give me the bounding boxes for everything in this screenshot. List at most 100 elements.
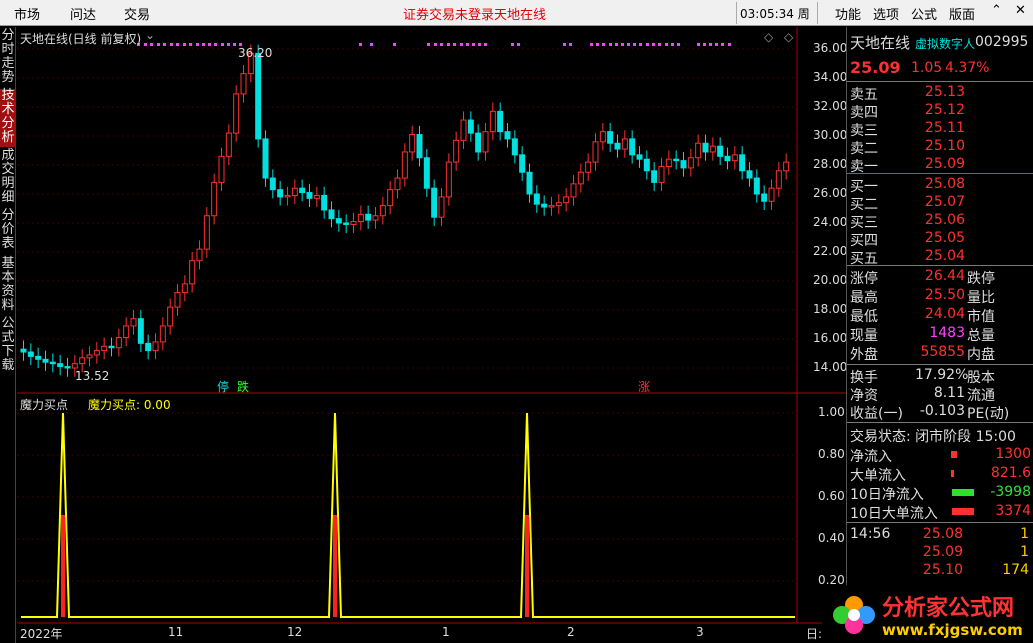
indicator-line: [21, 412, 795, 618]
marker-halt: 停: [217, 380, 230, 394]
candle-body: [680, 160, 687, 169]
kline-chart-area[interactable]: [17, 27, 846, 643]
signal-dot: [233, 43, 236, 46]
candle-body: [563, 196, 570, 204]
quote-label: 最高: [850, 290, 878, 306]
quote-label: 买五: [850, 251, 878, 267]
candle-body: [233, 93, 240, 134]
signal-dot: [615, 43, 618, 46]
signal-dot: [590, 43, 593, 46]
candle-body: [284, 194, 291, 198]
candle-body: [416, 134, 423, 159]
candle-body: [291, 187, 298, 196]
quote-label: 总量: [967, 328, 995, 344]
candle-body: [629, 138, 636, 156]
tab-price-table[interactable]: 分价表: [0, 209, 16, 255]
candle-body: [145, 342, 152, 352]
quote-value: 8.11: [933, 385, 965, 401]
tab-basic-info[interactable]: 基本资料: [0, 257, 16, 315]
signal-dot: [609, 43, 612, 46]
signal-dot: [466, 43, 469, 46]
signal-dot: [569, 43, 572, 46]
signal-dot: [621, 43, 624, 46]
candle-body: [695, 142, 702, 159]
tab-trade-detail[interactable]: 成交明细: [0, 149, 16, 207]
quote-label: 卖四: [850, 105, 878, 121]
candle-body: [108, 345, 115, 349]
signal-dot: [163, 43, 166, 46]
xaxis-label: 12: [287, 625, 303, 639]
candle-body: [577, 171, 584, 185]
menu-trade[interactable]: 交易: [124, 4, 150, 23]
login-notice[interactable]: 证券交易未登录: [403, 4, 494, 23]
candle-body: [27, 351, 34, 357]
indicator-bar: [525, 515, 529, 617]
xaxis-label: 1: [442, 625, 450, 639]
menu-market[interactable]: 市场: [14, 4, 40, 23]
watermark-logo: 分析家公式网 www.fxjgsw.com: [822, 585, 1033, 643]
candle-body: [225, 132, 232, 157]
candle-body: [709, 145, 716, 153]
signal-dot: [447, 43, 450, 46]
signal-dot: [511, 43, 514, 46]
tab-formula-download[interactable]: 公式下载: [0, 317, 16, 375]
signal-dot: [703, 43, 706, 46]
candle-body: [277, 189, 284, 198]
signal-dot: [202, 43, 205, 46]
candle-body: [262, 138, 269, 179]
indicator-tick-label: 0.60: [818, 489, 845, 503]
concept-tag[interactable]: 虚拟数字人: [915, 35, 975, 52]
candle-body: [445, 161, 452, 198]
quote-label: 卖三: [850, 123, 878, 139]
candle-body: [240, 73, 247, 95]
candle-body: [387, 189, 394, 207]
signal-dot: [427, 43, 430, 46]
quote-value: 25.09: [924, 156, 965, 172]
price-tick-label: 32.00: [813, 99, 848, 113]
menu-function[interactable]: 功能: [835, 4, 861, 23]
signal-dot: [472, 43, 475, 46]
flow-bar: [952, 489, 974, 496]
candle-body: [673, 158, 680, 162]
price-tick-label: 30.00: [813, 128, 848, 142]
stock-name: 天地在线: [850, 34, 911, 52]
candle-body: [64, 366, 71, 369]
side-tab-bar: 分时走势 技术分析 成交明细 分价表 基本资料 公式下载: [0, 27, 16, 643]
candle-body: [372, 215, 379, 221]
tick-price: 25.10: [922, 562, 963, 578]
menu-formula[interactable]: 公式: [911, 4, 937, 23]
stock-code: 002995: [975, 34, 1029, 50]
close-icon[interactable]: ✕: [1015, 3, 1026, 18]
candle-body: [335, 218, 342, 224]
chevron-up-icon[interactable]: ⌃: [991, 3, 1002, 18]
chevron-down-icon[interactable]: ⌄: [145, 28, 155, 42]
diamond-icon[interactable]: ◇: [764, 30, 773, 44]
menu-wenda[interactable]: 问达: [70, 4, 96, 23]
flow-value: 3374: [995, 503, 1031, 519]
flow-label: 10日净流入: [850, 487, 924, 503]
signal-dot: [484, 43, 487, 46]
signal-dot: [658, 43, 661, 46]
candle-body: [467, 119, 474, 134]
price-tick-label: 26.00: [813, 186, 848, 200]
quote-label: 卖二: [850, 141, 878, 157]
price-tick-label: 28.00: [813, 157, 848, 171]
candle-body: [79, 357, 86, 365]
quote-value: 1483: [929, 325, 965, 341]
tab-technical[interactable]: 技术分析: [0, 89, 16, 147]
menu-options[interactable]: 选项: [873, 4, 899, 23]
diamond-icon[interactable]: ◇: [784, 30, 793, 44]
flow-bar: [951, 470, 954, 477]
candle-body: [189, 260, 196, 285]
tab-intraday[interactable]: 分时走势: [0, 29, 16, 87]
menu-layout[interactable]: 版面: [949, 4, 975, 23]
signal-dot: [652, 43, 655, 46]
quote-value: 25.10: [924, 138, 965, 154]
quote-value: 25.08: [924, 176, 965, 192]
signal-dot: [633, 43, 636, 46]
quote-label: 涨停: [850, 271, 878, 287]
quote-label: 量比: [967, 290, 995, 306]
signal-dot: [189, 43, 192, 46]
candle-body: [438, 196, 445, 218]
signal-dot: [453, 43, 456, 46]
